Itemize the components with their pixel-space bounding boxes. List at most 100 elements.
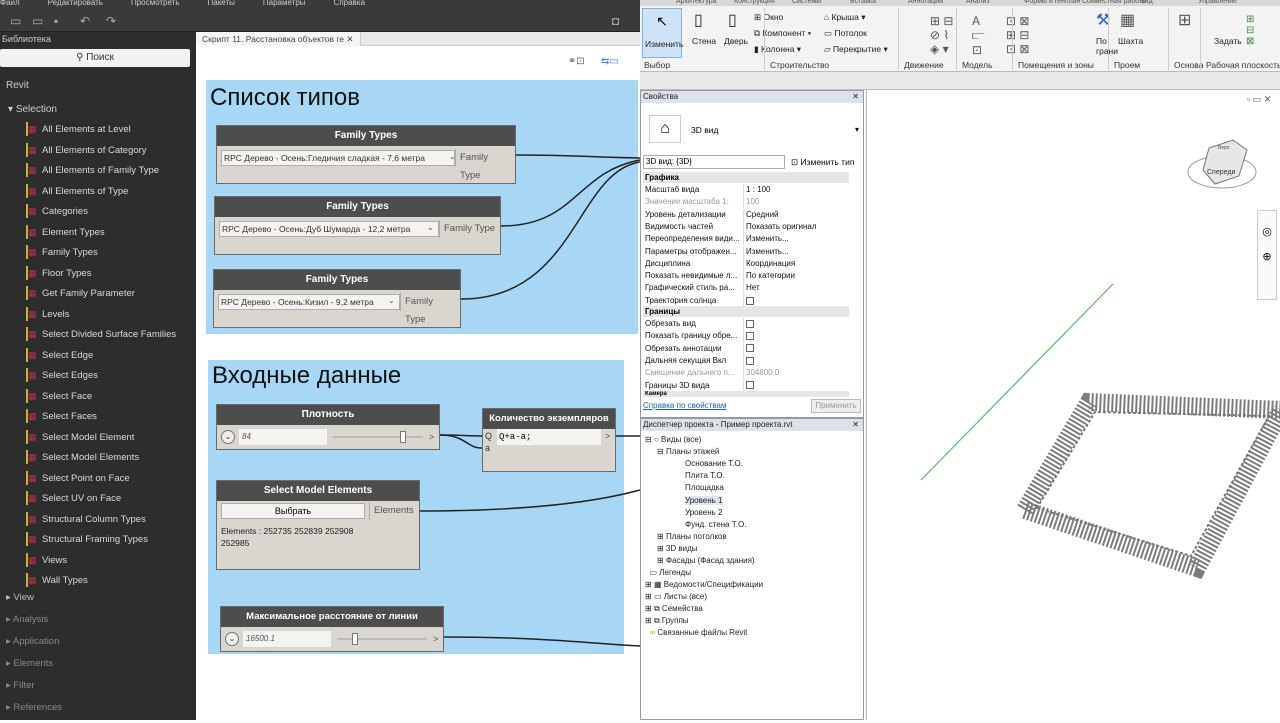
revit-3d-view[interactable]: ▫ ▭ ✕ Спереди Верх ◎ ⊕ xyxy=(866,90,1280,720)
library-item[interactable]: Get Family Parameter xyxy=(42,288,135,299)
section-bounds[interactable]: Границы xyxy=(643,306,849,317)
checkbox[interactable] xyxy=(746,332,754,341)
ribbon-tab[interactable]: Аннотации xyxy=(908,0,943,5)
tree-level-item[interactable]: Площадка xyxy=(685,483,724,492)
library-section[interactable]: ▸ Elements xyxy=(6,658,53,669)
tree-links[interactable]: ∞ Связанные файлы Revit xyxy=(645,628,747,637)
property-row[interactable]: Видимость частей Показать оригинал xyxy=(643,220,853,233)
tree-legends[interactable]: ▭ Легенды xyxy=(645,568,691,577)
menu-help[interactable]: Справка xyxy=(334,0,365,10)
library-item[interactable]: Family Types xyxy=(42,247,98,258)
library-item[interactable]: Structural Framing Types xyxy=(42,534,148,545)
tree-schedules[interactable]: ⊞ ▦ Ведомости/Спецификации xyxy=(645,580,763,589)
property-row[interactable]: Уровень детализации Средний xyxy=(643,208,853,221)
property-value[interactable]: Средний xyxy=(743,208,851,221)
ribbon-tab[interactable]: Вид xyxy=(1140,0,1153,5)
property-value[interactable]: Показать оригинал xyxy=(743,220,851,233)
set-workplane-icon[interactable]: ⊞ xyxy=(1178,10,1191,30)
properties-help-link[interactable]: Справка по свойствам xyxy=(643,401,726,410)
property-row[interactable]: Дисциплина Координация xyxy=(643,257,853,270)
ribbon-tab[interactable]: Конструкция xyxy=(734,0,775,5)
component-button[interactable]: ⧉ Компонент ▾ xyxy=(754,28,811,39)
dynamo-workspace[interactable]: Скрипт 11. Расстановка объектов ге ✕ ⚭⊡ … xyxy=(196,32,640,720)
library-item[interactable]: Select Point on Face xyxy=(42,473,130,484)
library-root-revit[interactable]: Revit xyxy=(6,80,29,91)
library-section[interactable]: ▸ Filter xyxy=(6,680,35,691)
new-file-icon[interactable]: ▭ xyxy=(10,14,21,28)
open-file-icon[interactable]: ▭ xyxy=(32,14,43,28)
ribbon-group-label[interactable]: Рабочая плоскость xyxy=(1206,60,1280,70)
model-tools-icon[interactable]: A ⫍ ⊡ xyxy=(972,14,985,57)
property-value[interactable]: 304800.0 xyxy=(743,367,851,380)
library-section[interactable]: ▸ References xyxy=(6,702,62,713)
property-row[interactable]: Показать границу обре... xyxy=(643,330,853,343)
property-value[interactable]: 1 : 100 xyxy=(743,184,851,196)
property-row[interactable]: Обрезать вид xyxy=(643,318,853,330)
room-tools-icon[interactable]: ⊡ ⊠ ⊞ ⊟ ⊡ ⊠ xyxy=(1006,14,1029,56)
type-selector[interactable]: 3D вид xyxy=(691,125,718,135)
property-value[interactable]: Изменить... xyxy=(743,245,851,258)
property-row[interactable]: Значение масштаба 1: 100 xyxy=(643,196,853,209)
ribbon-tab[interactable]: Вставка xyxy=(850,0,876,5)
property-row[interactable]: Границы 3D вида xyxy=(643,379,853,392)
tree-families[interactable]: ⊞ ⧉ Семейства xyxy=(645,604,703,614)
movement-tools-icon[interactable]: ⊞ ⊟ ⊘ ⌇ ◈ ▾ xyxy=(930,14,953,56)
door-button[interactable]: Дверь xyxy=(724,36,748,46)
property-value[interactable] xyxy=(743,379,851,392)
property-value[interactable] xyxy=(743,342,851,355)
checkbox[interactable] xyxy=(746,381,754,390)
library-section[interactable]: ▸ View xyxy=(6,592,34,603)
close-icon[interactable]: ✕ xyxy=(852,419,859,431)
edit-type-button[interactable]: ⊡ Изменить тип xyxy=(791,155,854,169)
library-item[interactable]: Select Faces xyxy=(42,411,97,422)
library-item[interactable]: Select Edges xyxy=(42,370,98,381)
property-row[interactable]: Графический стиль ра... Нет xyxy=(643,282,853,295)
menu-packages[interactable]: Пакеты xyxy=(208,0,235,10)
library-item[interactable]: Select Model Element xyxy=(42,432,134,443)
library-item[interactable]: Floor Types xyxy=(42,268,91,279)
column-button[interactable]: ▮ Колонна ▾ xyxy=(754,44,801,55)
property-row[interactable]: Показать невидимые л... По категории xyxy=(643,270,853,283)
menu-file[interactable]: Файл xyxy=(0,0,20,10)
tree-level-item[interactable]: Основание Т.О. xyxy=(685,459,743,468)
ribbon-group-label[interactable]: Помещения и зоны xyxy=(1018,60,1094,70)
tree-level-item[interactable]: Уровень 2 xyxy=(685,508,723,517)
property-row[interactable]: Обрезать аннотации xyxy=(643,342,853,355)
instance-selector[interactable]: 3D вид: {3D} xyxy=(643,155,785,169)
window-button[interactable]: ⊞ Окно xyxy=(754,12,783,23)
library-item[interactable]: Select Face xyxy=(42,391,92,402)
library-item[interactable]: Select UV on Face xyxy=(42,493,121,504)
tree-views[interactable]: ⊟ ○ Виды (все) xyxy=(645,435,701,444)
property-row[interactable]: Переопределения види... Изменить... xyxy=(643,233,853,246)
ribbon-tab[interactable]: Управление xyxy=(1198,0,1237,5)
ribbon-group-label[interactable]: Проем xyxy=(1114,60,1140,70)
ribbon-tab[interactable]: Архитектура xyxy=(676,0,717,5)
ribbon-tab[interactable]: Совместная работа xyxy=(1082,0,1146,5)
section-camera[interactable]: Камера xyxy=(643,391,849,397)
undo-icon[interactable]: ↶ xyxy=(80,14,90,28)
property-value[interactable]: Изменить... xyxy=(743,233,851,246)
window-controls-icon[interactable]: ▫ ▭ ✕ xyxy=(1247,94,1271,105)
property-row[interactable]: Траектория солнца xyxy=(643,294,853,307)
tree-level-item[interactable]: Уровень 1 xyxy=(685,495,723,505)
menu-settings[interactable]: Параметры xyxy=(263,0,306,10)
library-search-input[interactable]: ⚲ Поиск xyxy=(0,49,190,67)
set-workplane-button[interactable]: Задать xyxy=(1214,36,1242,46)
property-value[interactable] xyxy=(743,330,851,343)
save-icon[interactable]: ▪ xyxy=(54,14,58,28)
tree-sheets[interactable]: ⊞ ▭ Листы (все) xyxy=(645,592,707,601)
chevron-down-icon[interactable]: ▾ xyxy=(855,125,859,134)
ribbon-tab[interactable]: Анализ xyxy=(966,0,990,5)
library-item[interactable]: Structural Column Types xyxy=(42,514,146,525)
tree-facades[interactable]: ⊞ Фасады (Фасад здания) xyxy=(657,556,755,565)
shaft-icon[interactable]: ▦ xyxy=(1120,10,1135,30)
zoom-region-icon[interactable]: ⊕ xyxy=(1258,250,1276,263)
ribbon-tab[interactable]: Формы и генплан xyxy=(1024,0,1081,5)
wall-button[interactable]: Стена xyxy=(692,36,716,46)
library-item[interactable]: Categories xyxy=(42,206,88,217)
library-item[interactable]: All Elements of Category xyxy=(42,145,147,156)
library-item[interactable]: Levels xyxy=(42,309,69,320)
door-icon[interactable]: ▯ xyxy=(728,10,737,30)
property-value[interactable]: Координация xyxy=(743,257,851,270)
library-item[interactable]: All Elements at Level xyxy=(42,124,131,135)
